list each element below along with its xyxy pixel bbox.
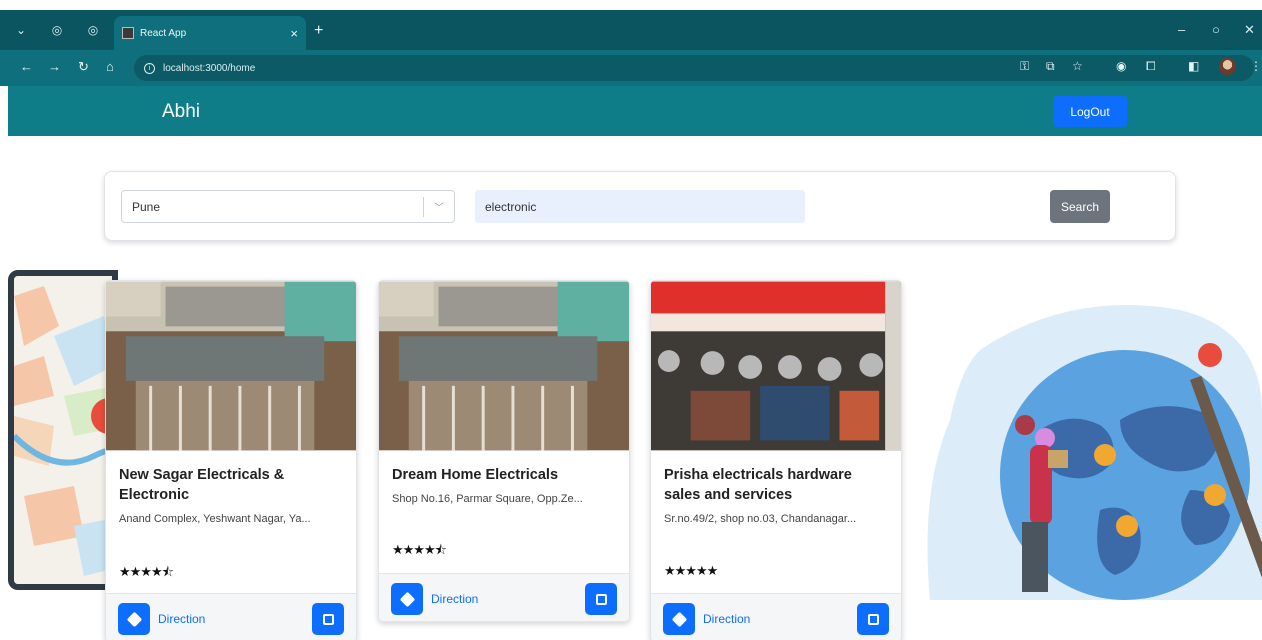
rating-stars: ★★★★⯪ xyxy=(119,564,174,579)
browser-menu-icon[interactable]: ⋮ xyxy=(1250,59,1262,73)
direction-label: Direction xyxy=(158,612,206,626)
direction-label: Direction xyxy=(703,612,751,626)
chrome-icon[interactable]: ◎ xyxy=(46,19,68,41)
react-favicon-icon xyxy=(122,27,134,39)
select-divider xyxy=(423,197,424,217)
travel-illustration xyxy=(920,290,1262,610)
tab-react-app[interactable]: React App × xyxy=(114,16,306,50)
forward-icon[interactable]: → xyxy=(48,59,61,74)
card-body: Prisha electricals hardware sales and se… xyxy=(651,451,901,593)
map-illustration xyxy=(8,270,118,590)
rating-stars: ★★★★★ xyxy=(664,563,718,578)
shop-card: New Sagar Electricals & Electronic Anand… xyxy=(105,280,357,640)
rating-stars: ★★★★⯪ xyxy=(392,542,447,557)
restore-icon[interactable]: ○ xyxy=(1212,22,1220,37)
direction-icon xyxy=(118,603,150,635)
map-drawing xyxy=(14,276,112,584)
browser-toolbar: ← → ↻ ⌂ i localhost:3000/home ⚿ ⧉ ☆ ◉ ⧠ … xyxy=(0,50,1262,86)
profile-avatar[interactable] xyxy=(1219,58,1236,75)
card-body: Dream Home Electricals Shop No.16, Parma… xyxy=(379,451,629,573)
direction-icon xyxy=(663,603,695,635)
shop-photo xyxy=(651,281,901,451)
shop-name[interactable]: Prisha electricals hardware sales and se… xyxy=(664,465,889,505)
window-close-icon[interactable]: ✕ xyxy=(1244,22,1255,38)
app-navbar: Abhi LogOut xyxy=(8,86,1262,136)
tab-search-icon[interactable]: ⌄ xyxy=(10,19,32,41)
tab-title: React App xyxy=(140,27,187,39)
extension-icon[interactable]: ◉ xyxy=(1116,59,1126,73)
back-icon[interactable]: ← xyxy=(20,59,33,74)
direction-label: Direction xyxy=(431,592,479,606)
shop-photo xyxy=(106,281,356,451)
brand-name[interactable]: Abhi xyxy=(162,101,200,123)
chevron-down-icon[interactable]: ﹀ xyxy=(434,199,444,214)
direction-button[interactable]: Direction xyxy=(391,583,478,615)
minimize-icon[interactable]: – xyxy=(1178,22,1185,37)
globe-drawing xyxy=(927,305,1262,600)
address-url: localhost:3000/home xyxy=(163,62,256,74)
direction-button[interactable]: Direction xyxy=(118,603,205,635)
password-key-icon[interactable]: ⚿ xyxy=(1020,59,1029,74)
translate-icon[interactable]: ⧉ xyxy=(1046,59,1055,74)
save-shop-button[interactable] xyxy=(857,603,889,635)
direction-icon xyxy=(391,583,423,615)
bookmark-star-icon[interactable]: ☆ xyxy=(1072,59,1083,73)
save-shop-button[interactable] xyxy=(312,603,344,635)
browser-tab-bar: ⌄ ◎ ◎ React App × + – ○ ✕ xyxy=(0,10,1262,50)
archive-icon xyxy=(595,593,607,605)
shop-name[interactable]: New Sagar Electricals & Electronic xyxy=(119,465,344,505)
site-info-icon[interactable]: i xyxy=(144,62,155,74)
shop-card: Prisha electricals hardware sales and se… xyxy=(650,280,902,640)
tab-close-icon[interactable]: × xyxy=(290,26,298,41)
shop-photo xyxy=(379,281,629,451)
search-panel: Pune ﹀ Search xyxy=(104,171,1176,241)
shop-card: Dream Home Electricals Shop No.16, Parma… xyxy=(378,280,630,622)
shop-address: Shop No.16, Parmar Square, Opp.Ze... xyxy=(392,493,583,505)
save-shop-button[interactable] xyxy=(585,583,617,615)
shop-name[interactable]: Dream Home Electricals xyxy=(392,465,617,485)
search-button[interactable]: Search xyxy=(1050,190,1110,223)
card-footer: Direction xyxy=(651,593,901,640)
city-select-value: Pune xyxy=(132,199,161,214)
archive-icon xyxy=(322,613,334,625)
side-panel-icon[interactable]: ◧ xyxy=(1188,59,1199,73)
card-body: New Sagar Electricals & Electronic Anand… xyxy=(106,451,356,593)
logout-button[interactable]: LogOut xyxy=(1053,96,1127,127)
search-input[interactable] xyxy=(475,190,805,223)
window-top-edge xyxy=(0,0,1262,10)
reload-icon[interactable]: ↻ xyxy=(78,59,89,75)
archive-icon xyxy=(867,613,879,625)
address-bar[interactable]: i localhost:3000/home xyxy=(134,55,1254,81)
app-screen: ⌄ ◎ ◎ React App × + – ○ ✕ ← → ↻ ⌂ i loca… xyxy=(0,0,1262,640)
card-footer: Direction xyxy=(106,593,356,640)
card-footer: Direction xyxy=(379,573,629,621)
home-icon[interactable]: ⌂ xyxy=(106,59,114,74)
shop-address: Sr.no.49/2, shop no.03, Chandanagar... xyxy=(664,513,857,525)
new-tab-button[interactable]: + xyxy=(314,22,323,40)
puzzle-extensions-icon[interactable]: ⧠ xyxy=(1146,59,1156,74)
chrome-icon-2[interactable]: ◎ xyxy=(82,19,104,41)
shop-address: Anand Complex, Yeshwant Nagar, Ya... xyxy=(119,513,311,525)
direction-button[interactable]: Direction xyxy=(663,603,750,635)
city-select[interactable]: Pune ﹀ xyxy=(121,190,455,223)
